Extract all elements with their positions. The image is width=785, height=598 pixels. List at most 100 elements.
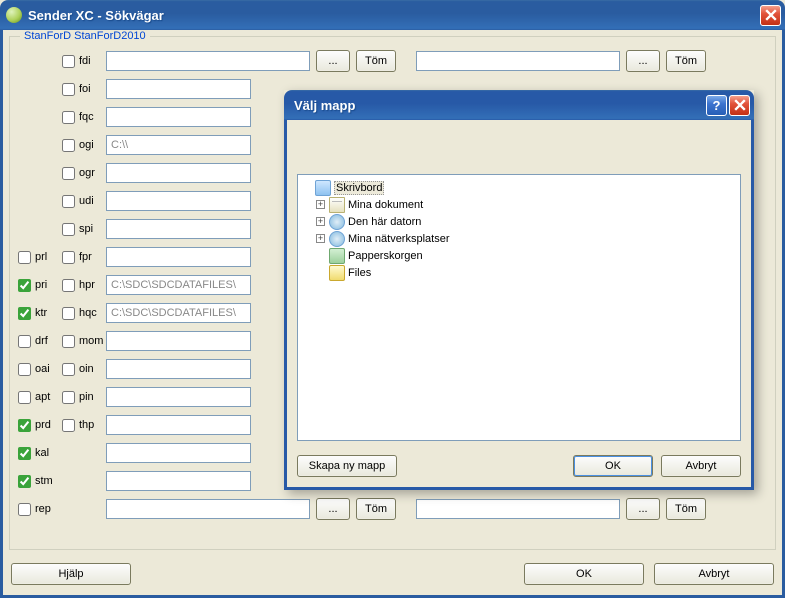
tree-item-network[interactable]: + Mina nätverksplatser (302, 230, 736, 247)
chk-ogi[interactable] (62, 139, 75, 152)
row-rep: rep ... Töm ... Töm (18, 495, 767, 523)
close-icon (734, 99, 746, 111)
chk-prl[interactable] (18, 251, 31, 264)
tree-label-network: Mina nätverksplatser (348, 233, 450, 245)
chk-pri[interactable] (18, 279, 31, 292)
ok-button-main[interactable]: OK (524, 563, 644, 585)
new-folder-button[interactable]: Skapa ny mapp (297, 455, 397, 477)
chk-rep[interactable] (18, 503, 31, 516)
tree-label-computer: Den här datorn (348, 216, 421, 228)
chk-spi[interactable] (62, 223, 75, 236)
path-thp[interactable] (106, 415, 251, 435)
chk-oai[interactable] (18, 363, 31, 376)
chk-fdi[interactable] (62, 55, 75, 68)
lbl-spi: spi (79, 223, 93, 235)
chk-hpr[interactable] (62, 279, 75, 292)
documents-icon (329, 197, 345, 213)
chk-mom[interactable] (62, 335, 75, 348)
path-udi[interactable] (106, 191, 251, 211)
chk-ktr[interactable] (18, 307, 31, 320)
path-ogr[interactable] (106, 163, 251, 183)
path-stm[interactable] (106, 471, 251, 491)
tree-label-files: Files (348, 267, 371, 279)
tree-item-files[interactable]: Files (302, 264, 736, 281)
clear-fdi-2[interactable]: Töm (666, 50, 706, 72)
dialog-help-button[interactable]: ? (706, 95, 727, 116)
lbl-ktr: ktr (35, 307, 47, 319)
lbl-kal: kal (35, 447, 49, 459)
tree-item-computer[interactable]: + Den här datorn (302, 213, 736, 230)
browse-rep-1[interactable]: ... (316, 498, 350, 520)
path-hqc[interactable] (106, 303, 251, 323)
browse-fdi-2[interactable]: ... (626, 50, 660, 72)
folder-tree[interactable]: Skrivbord + Mina dokument + Den här dato… (297, 174, 741, 441)
clear-rep-2[interactable]: Töm (666, 498, 706, 520)
chk-hqc[interactable] (62, 307, 75, 320)
browse-fdi-1[interactable]: ... (316, 50, 350, 72)
main-close-button[interactable] (760, 5, 781, 26)
computer-icon (329, 214, 345, 230)
chk-pin[interactable] (62, 391, 75, 404)
path-oin[interactable] (106, 359, 251, 379)
path-foi[interactable] (106, 79, 251, 99)
clear-rep-1[interactable]: Töm (356, 498, 396, 520)
tree-item-trash[interactable]: Papperskorgen (302, 247, 736, 264)
path-fpr[interactable] (106, 247, 251, 267)
dialog-ok-button[interactable]: OK (573, 455, 653, 477)
tree-item-desktop[interactable]: Skrivbord (302, 179, 736, 196)
path-ogi[interactable] (106, 135, 251, 155)
desktop-icon (315, 180, 331, 196)
dialog-bottom-bar: Skapa ny mapp OK Avbryt (297, 455, 741, 477)
folder-icon (329, 265, 345, 281)
window-title: Sender XC - Sökvägar (28, 8, 164, 23)
main-bottom-bar: Hjälp OK Avbryt (11, 561, 774, 587)
path-kal[interactable] (106, 443, 251, 463)
tree-item-documents[interactable]: + Mina dokument (302, 196, 736, 213)
chk-foi[interactable] (62, 83, 75, 96)
path-fqc[interactable] (106, 107, 251, 127)
dialog-titlebar: Välj mapp ? (284, 90, 754, 120)
cancel-button-main[interactable]: Avbryt (654, 563, 774, 585)
lbl-oai: oai (35, 363, 50, 375)
path-fdi-2[interactable] (416, 51, 620, 71)
chk-stm[interactable] (18, 475, 31, 488)
expand-icon[interactable]: + (316, 217, 325, 226)
lbl-oin: oin (79, 363, 94, 375)
path-pin[interactable] (106, 387, 251, 407)
chk-ogr[interactable] (62, 167, 75, 180)
expand-icon[interactable]: + (316, 200, 325, 209)
lbl-thp: thp (79, 419, 94, 431)
network-icon (329, 231, 345, 247)
chk-drf[interactable] (18, 335, 31, 348)
folder-dialog: Välj mapp ? Skrivbord + Mina dokument + (284, 90, 754, 490)
lbl-mom: mom (79, 335, 103, 347)
browse-rep-2[interactable]: ... (626, 498, 660, 520)
chk-thp[interactable] (62, 419, 75, 432)
chk-kal[interactable] (18, 447, 31, 460)
chk-udi[interactable] (62, 195, 75, 208)
chk-fpr[interactable] (62, 251, 75, 264)
dialog-close-button[interactable] (729, 95, 750, 116)
dialog-cancel-button[interactable]: Avbryt (661, 455, 741, 477)
chk-apt[interactable] (18, 391, 31, 404)
path-mom[interactable] (106, 331, 251, 351)
path-spi[interactable] (106, 219, 251, 239)
lbl-prd: prd (35, 419, 51, 431)
path-rep-2[interactable] (416, 499, 620, 519)
chk-fqc[interactable] (62, 111, 75, 124)
row-fdi: fdi ... Töm ... Töm (18, 47, 767, 75)
path-hpr[interactable] (106, 275, 251, 295)
path-rep-1[interactable] (106, 499, 310, 519)
trash-icon (329, 248, 345, 264)
lbl-stm: stm (35, 475, 53, 487)
chk-prd[interactable] (18, 419, 31, 432)
lbl-hqc: hqc (79, 307, 97, 319)
path-fdi-1[interactable] (106, 51, 310, 71)
lbl-fpr: fpr (79, 251, 92, 263)
expand-icon[interactable]: + (316, 234, 325, 243)
help-button[interactable]: Hjälp (11, 563, 131, 585)
lbl-foi: foi (79, 83, 91, 95)
lbl-ogr: ogr (79, 167, 95, 179)
chk-oin[interactable] (62, 363, 75, 376)
clear-fdi-1[interactable]: Töm (356, 50, 396, 72)
